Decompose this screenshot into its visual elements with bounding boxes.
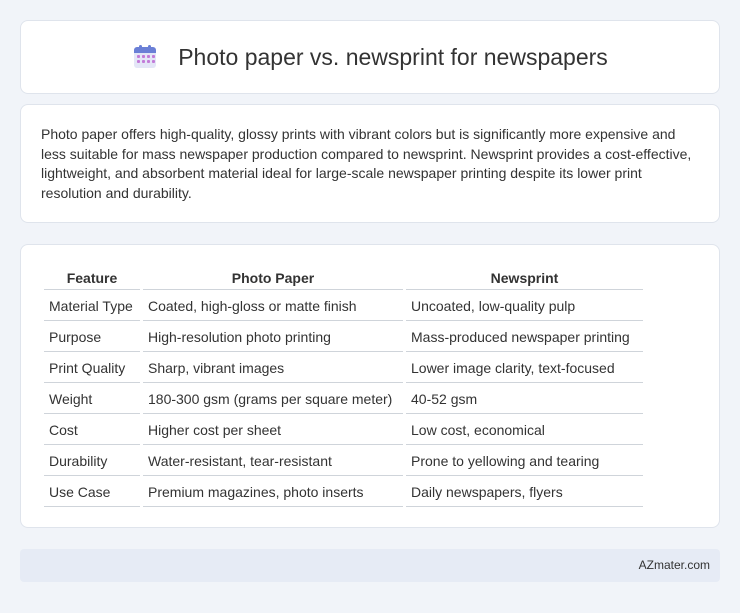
- feature-cell: Print Quality: [44, 352, 140, 383]
- photo-paper-cell: Sharp, vibrant images: [143, 352, 403, 383]
- header-feature: Feature: [44, 265, 140, 290]
- photo-paper-cell: Premium magazines, photo inserts: [143, 476, 403, 507]
- feature-cell: Purpose: [44, 321, 140, 352]
- description-text: Photo paper offers high-quality, glossy …: [41, 126, 692, 201]
- feature-cell: Material Type: [44, 290, 140, 321]
- feature-cell: Cost: [44, 414, 140, 445]
- table-row: Use Case Premium magazines, photo inserts…: [44, 476, 643, 507]
- newsprint-cell: Mass-produced newspaper printing: [406, 321, 643, 352]
- table-row: Weight 180-300 gsm (grams per square mete…: [44, 383, 643, 414]
- newsprint-cell: Uncoated, low-quality pulp: [406, 290, 643, 321]
- newsprint-cell: 40-52 gsm: [406, 383, 643, 414]
- table-row: Material Type Coated, high-gloss or matte…: [44, 290, 643, 321]
- newsprint-cell: Prone to yellowing and tearing: [406, 445, 643, 476]
- comparison-table-card: Feature Photo Paper Newsprint Material T…: [20, 244, 720, 528]
- table-row: Purpose High-resolution photo printing Mas…: [44, 321, 643, 352]
- feature-cell: Use Case: [44, 476, 140, 507]
- header-photo-paper: Photo Paper: [143, 265, 403, 290]
- photo-paper-cell: 180-300 gsm (grams per square meter): [143, 383, 403, 414]
- photo-paper-cell: Water-resistant, tear-resistant: [143, 445, 403, 476]
- table-row: Cost Higher cost per sheet Low cost, econo…: [44, 414, 643, 445]
- page-title: Photo paper vs. newsprint for newspapers: [178, 43, 608, 70]
- newsprint-cell: Lower image clarity, text-focused: [406, 352, 643, 383]
- comparison-table: Feature Photo Paper Newsprint Material T…: [41, 265, 646, 507]
- footer-brand: AZmater.com: [638, 558, 710, 572]
- feature-cell: Weight: [44, 383, 140, 414]
- table-row: Print Quality Sharp, vibrant images Lower …: [44, 352, 643, 383]
- newsprint-cell: Low cost, economical: [406, 414, 643, 445]
- header-newsprint: Newsprint: [406, 265, 643, 290]
- photo-paper-cell: Coated, high-gloss or matte finish: [143, 290, 403, 321]
- photo-paper-cell: High-resolution photo printing: [143, 321, 403, 352]
- table-row: Durability Water-resistant, tear-resistan…: [44, 445, 643, 476]
- feature-cell: Durability: [44, 445, 140, 476]
- table-body: Material Type Coated, high-gloss or matte…: [44, 290, 643, 507]
- newsprint-cell: Daily newspapers, flyers: [406, 476, 643, 507]
- title-card: Photo paper vs. newsprint for newspapers: [20, 20, 720, 94]
- calendar-icon: [132, 44, 158, 70]
- footer: AZmater.com: [20, 549, 720, 582]
- table-header-row: Feature Photo Paper Newsprint: [44, 265, 643, 290]
- description-card: Photo paper offers high-quality, glossy …: [20, 104, 720, 223]
- photo-paper-cell: Higher cost per sheet: [143, 414, 403, 445]
